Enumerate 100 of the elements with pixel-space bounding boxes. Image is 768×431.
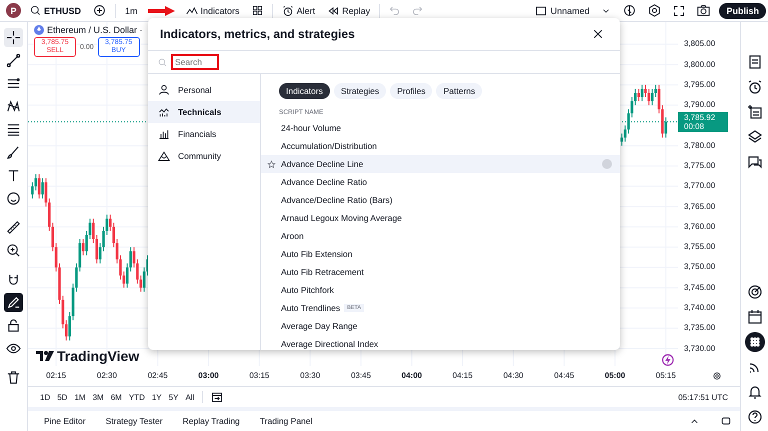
chat-icon: [746, 154, 762, 170]
time-label: 03:00: [198, 371, 219, 380]
price-label: 3,800.00: [684, 60, 716, 70]
horizontal-lines-icon: [6, 122, 21, 137]
category-item[interactable]: Financials: [148, 123, 260, 145]
time-label: 03:45: [350, 371, 371, 380]
category-item[interactable]: Technicals: [148, 101, 260, 123]
script-item[interactable]: Arnaud Legoux Moving Average: [261, 209, 620, 227]
script-item[interactable]: Accumulation/Distribution: [261, 137, 620, 155]
script-item[interactable]: Average Day Range: [261, 317, 620, 335]
filter-chip[interactable]: Strategies: [334, 83, 386, 99]
star-icon[interactable]: [267, 160, 276, 168]
price-label: 3,765.00: [684, 202, 716, 212]
range-button[interactable]: 1Y: [150, 392, 164, 403]
panel-tab[interactable]: Trading Panel: [252, 414, 320, 428]
axis-settings-button[interactable]: [712, 371, 722, 381]
logo-text: TradingView: [57, 348, 140, 364]
settings-icon: [648, 4, 662, 17]
range-button[interactable]: 1M: [72, 392, 88, 403]
price-label: 3,795.00: [684, 80, 716, 90]
line-icon: [6, 53, 21, 68]
price-label: 3,750.00: [684, 262, 716, 272]
price-label: 3,780.00: [684, 140, 716, 151]
target-icon: [746, 284, 762, 300]
undo-icon: [389, 5, 400, 16]
close-icon: [592, 28, 604, 40]
price-label: 3,790.00: [684, 100, 716, 110]
range-button[interactable]: 3M: [90, 392, 106, 403]
range-button[interactable]: All: [183, 392, 196, 403]
time-label: 04:30: [503, 371, 524, 380]
publish-button[interactable]: Publish: [719, 2, 766, 18]
list-icon: [746, 54, 762, 70]
panel-tab[interactable]: Replay Trading: [174, 414, 248, 428]
range-button[interactable]: 6M: [108, 392, 124, 403]
crosshair-tool[interactable]: [4, 28, 23, 47]
time-label: 03:30: [300, 371, 320, 380]
bar-chart-icon: [158, 128, 170, 140]
maximize-icon: [720, 415, 732, 428]
pencil-tool[interactable]: [4, 293, 23, 312]
clock-time: 05:17:51 UTC: [678, 392, 729, 402]
price-label: 3,760.00: [684, 222, 716, 232]
ethereum-coin-icon: [34, 25, 44, 35]
script-item[interactable]: Advance Decline Line: [261, 155, 620, 173]
search-icon: [158, 58, 167, 66]
ruler-tool[interactable]: [4, 218, 23, 237]
panel-tab[interactable]: Pine Editor: [36, 414, 94, 428]
price-label: 3,735.00: [684, 323, 716, 334]
layers-icon: [746, 129, 762, 145]
lightning-icon[interactable]: [660, 353, 674, 366]
filter-chip[interactable]: Patterns: [436, 83, 482, 99]
script-item[interactable]: Advance Decline Ratio: [261, 173, 620, 191]
calendar-icon: [746, 309, 762, 325]
camera-icon: [697, 4, 710, 17]
pencil-icon: [6, 295, 21, 310]
layout-button[interactable]: Unnamed: [532, 4, 592, 18]
range-button[interactable]: 1D: [38, 392, 52, 403]
avatar[interactable]: P: [6, 3, 21, 18]
alert-button[interactable]: Alert: [278, 4, 318, 18]
search-field[interactable]: Search: [171, 54, 219, 70]
trash-icon: [6, 370, 21, 385]
script-item[interactable]: Average Directional Index: [261, 335, 620, 350]
price-label: 3,775.00: [684, 161, 716, 171]
filter-chip[interactable]: Indicators: [279, 83, 330, 99]
range-button[interactable]: 5Y: [166, 392, 180, 403]
script-item[interactable]: Auto Pitchfork: [261, 281, 620, 299]
search-icon: [30, 5, 41, 16]
apps-button[interactable]: [744, 332, 764, 352]
script-item[interactable]: Advance/Decline Ratio (Bars): [261, 191, 620, 209]
panel-tab[interactable]: Strategy Tester: [98, 414, 171, 428]
calendar-range-icon: [211, 391, 224, 404]
alarm-clock-icon: [282, 4, 294, 16]
range-button[interactable]: YTD: [126, 392, 147, 403]
arrow-annotation-icon: [146, 4, 177, 16]
lock-icon: [6, 318, 21, 333]
script-item[interactable]: Auto Fib Retracement: [261, 263, 620, 281]
price-label: 3,755.00: [684, 242, 716, 252]
category-item[interactable]: Community: [148, 145, 260, 167]
range-button[interactable]: 5D: [55, 392, 70, 403]
fullscreen-icon: [673, 4, 686, 16]
category-item[interactable]: Personal: [148, 79, 260, 101]
interval-button[interactable]: 1m: [122, 4, 141, 16]
symbol-title: Ethereum / U.S. Dollar ·: [47, 25, 143, 35]
script-item[interactable]: Auto Fib Extension: [261, 245, 620, 263]
filter-chip[interactable]: Profiles: [390, 83, 432, 99]
script-item[interactable]: Aroon: [261, 227, 620, 245]
time-label: 04:15: [452, 371, 473, 380]
add-list-icon: [746, 104, 762, 120]
rewind-icon: [327, 4, 340, 16]
square-icon: [535, 4, 548, 16]
chart-icon: [158, 106, 170, 118]
replay-button[interactable]: Replay: [324, 4, 374, 18]
bell-icon: [746, 384, 762, 400]
add-icon: [93, 4, 106, 17]
redo-icon: [412, 5, 424, 16]
text-icon: [6, 168, 21, 183]
line-tool[interactable]: [4, 51, 23, 70]
symbol-search-button[interactable]: ETHUSD: [27, 4, 84, 17]
script-item[interactable]: 24-hour Volume: [261, 119, 620, 137]
indicators-button[interactable]: Indicators: [182, 4, 243, 18]
indicators-icon: [186, 4, 198, 16]
